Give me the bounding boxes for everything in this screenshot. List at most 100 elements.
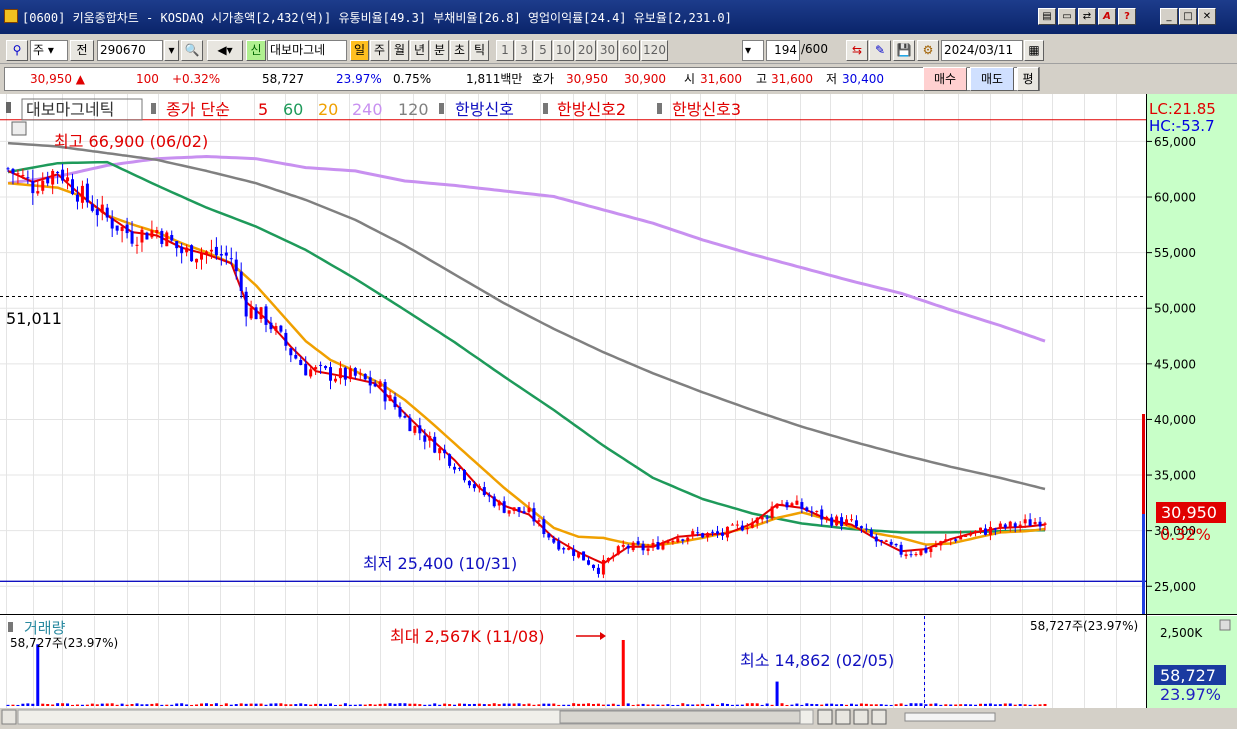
volume-bar [41, 703, 45, 706]
stock-chart[interactable]: 65,000 60,000 55,000 50,000 45,000 40,000 35,0… [0, 94, 1237, 726]
volume-bar [185, 704, 189, 706]
window-icon[interactable]: ▭ [1058, 8, 1076, 25]
interval-button[interactable]: 20 [575, 40, 596, 61]
candle-body [477, 486, 481, 488]
play-icon[interactable] [817, 709, 833, 725]
period-tab[interactable]: 월 [390, 40, 409, 61]
grid-toggle-icon[interactable] [11, 121, 27, 136]
candle-body [765, 517, 769, 519]
candle-body [706, 533, 710, 537]
period-tab[interactable]: 초 [450, 40, 469, 61]
save-icon[interactable]: 💾 [893, 40, 915, 61]
candle-body [214, 246, 218, 256]
interval-button[interactable]: 10 [553, 40, 574, 61]
high-label: 고 [756, 72, 768, 86]
link-icon[interactable]: ⇄ [1078, 8, 1096, 25]
volume-bar [934, 703, 938, 706]
candle-body [135, 244, 139, 246]
candle-body [304, 363, 308, 376]
candle-body [41, 180, 45, 191]
candle-body [1013, 523, 1017, 528]
candle-body [393, 396, 397, 408]
stop-icon[interactable] [853, 709, 869, 725]
scroll-left-icon[interactable] [1, 709, 17, 725]
stock-search-icon[interactable]: ⚲ [6, 40, 28, 61]
candle-body [626, 545, 630, 549]
candle-body [646, 548, 650, 551]
volume-bar [701, 703, 705, 706]
candle-body [284, 332, 288, 346]
candle-body [204, 251, 208, 254]
prev-button[interactable]: 전 [70, 40, 94, 61]
search-icon[interactable]: 🔍 [181, 40, 203, 61]
interval-button[interactable]: 120 [641, 40, 668, 61]
volume-bar [487, 704, 491, 706]
transfer-icon[interactable]: ⇆ [846, 40, 868, 61]
code-dropdown-icon[interactable]: ▾ [164, 40, 179, 61]
interval-button[interactable]: 30 [597, 40, 618, 61]
candle-body [502, 501, 506, 513]
volume-bar [998, 704, 1002, 706]
legend-stock-name: 대보마그네틱 [26, 100, 114, 119]
candle-body [859, 526, 863, 529]
stock-code-input[interactable]: 290670 [97, 40, 163, 61]
volume-bar [502, 703, 506, 706]
calendar-icon[interactable]: ▦ [1024, 40, 1044, 61]
candle-body [254, 307, 258, 320]
candle-body [725, 526, 729, 538]
interval-button[interactable]: 5 [534, 40, 552, 61]
font-icon[interactable]: A [1098, 8, 1116, 25]
period-select[interactable]: 주 ▾ [30, 40, 68, 61]
settings-icon[interactable]: ⚙ [917, 40, 939, 61]
avg-button[interactable]: 평 [1017, 67, 1039, 91]
volume-bar [904, 704, 908, 706]
volume-bar [606, 704, 610, 706]
forward-icon[interactable] [871, 709, 887, 725]
interval-dropdown[interactable]: ▾ [742, 40, 764, 61]
count-input[interactable]: 194 [766, 40, 800, 61]
volume-bar [537, 704, 541, 706]
minimize-icon[interactable]: _ [1160, 8, 1178, 25]
zoom-slider[interactable] [904, 712, 996, 722]
candle-body [914, 553, 918, 556]
period-tab[interactable]: 분 [430, 40, 449, 61]
candle-body [800, 502, 804, 509]
layout-icon[interactable]: ▤ [1038, 8, 1056, 25]
period-tab[interactable]: 일 [350, 40, 369, 61]
interval-button[interactable]: 3 [515, 40, 533, 61]
volume-bar [929, 703, 933, 706]
candle-body [666, 540, 670, 543]
drawing-tools-bar[interactable] [1000, 710, 1237, 724]
volume-panel-close-icon[interactable] [1219, 619, 1231, 631]
period-tab[interactable]: 년 [410, 40, 429, 61]
candle-body [601, 559, 605, 575]
interval-button[interactable]: 60 [619, 40, 640, 61]
volume-bar [587, 703, 591, 706]
maximize-icon[interactable]: □ [1179, 8, 1197, 25]
volume-bar [477, 703, 481, 706]
close-icon[interactable]: ✕ [1198, 8, 1216, 25]
window-titlebar: [0600] 키움종합차트 - KOSDAQ 시가총액[2,432(억)] 유통… [0, 0, 1237, 34]
period-tab[interactable]: 주 [370, 40, 389, 61]
legend-marker [439, 103, 444, 114]
sell-button[interactable]: 매도 [970, 67, 1014, 91]
candle-body [363, 373, 367, 380]
volume-bar [492, 703, 496, 706]
draw-icon[interactable]: ✎ [869, 40, 891, 61]
period-tab[interactable]: 틱 [470, 40, 489, 61]
interval-button[interactable]: 1 [496, 40, 514, 61]
candle-body [656, 541, 660, 550]
sound-icon[interactable]: ◀▾ [207, 40, 243, 61]
buy-button[interactable]: 매수 [923, 67, 967, 91]
volume-legend-marker [8, 622, 13, 632]
rewind-icon[interactable] [835, 709, 851, 725]
candle-body [755, 517, 759, 524]
volume-bar [671, 704, 675, 706]
candle-body [180, 246, 184, 254]
date-input[interactable]: 2024/03/11 [941, 40, 1023, 61]
help-icon[interactable]: ? [1118, 8, 1136, 25]
volume-bar [324, 704, 328, 706]
quote-change-pct: +0.32% [172, 72, 221, 86]
scrollbar-thumb[interactable] [559, 710, 801, 724]
volume-bar [983, 703, 987, 706]
